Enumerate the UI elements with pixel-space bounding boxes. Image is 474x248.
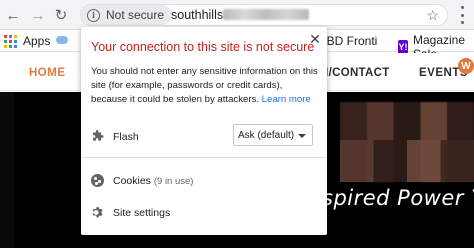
forward-arrow-icon[interactable]: →: [29, 6, 47, 24]
yahoo-icon: Y!: [398, 40, 408, 54]
apps-bookmark[interactable]: Apps: [4, 34, 50, 48]
url-redacted: [223, 9, 310, 20]
site-settings-row[interactable]: Site settings: [81, 203, 327, 223]
star-icon[interactable]: ☆: [426, 7, 439, 24]
cookies-count: (9 in use): [153, 176, 194, 187]
popup-title: Your connection to this site is not secu…: [91, 40, 315, 54]
security-chip[interactable]: i Not secure: [81, 5, 173, 25]
cookies-row[interactable]: Cookies (9 in use): [81, 171, 327, 191]
cookies-label-text: Cookies: [113, 175, 151, 187]
close-icon[interactable]: ✕: [308, 32, 322, 46]
address-bar[interactable]: i Not secure southhills ☆: [80, 4, 448, 26]
apps-label: Apps: [23, 34, 51, 48]
hero-text: spired Power Y: [322, 186, 474, 210]
chevron-down-icon: [298, 134, 306, 138]
browser-toolbar: ← → ↻ i Not secure southhills ☆: [0, 0, 474, 30]
flash-label: Flash: [113, 131, 139, 143]
reload-icon[interactable]: ↻: [52, 6, 70, 24]
puzzle-icon: [93, 130, 104, 141]
flash-permission-row: Flash Ask (default): [81, 119, 327, 155]
learn-more-link[interactable]: Learn more: [262, 94, 311, 105]
hero-left-strip: [0, 92, 14, 248]
nav-contact[interactable]: N/CONTACT: [320, 67, 390, 79]
back-arrow-icon[interactable]: ←: [4, 6, 22, 24]
url-text[interactable]: southhills: [171, 8, 310, 22]
url-visible-part: southhills: [171, 8, 224, 22]
hero-image-lower: [340, 140, 474, 182]
info-icon: i: [87, 8, 100, 22]
cookies-label: Cookies (9 in use): [113, 175, 193, 187]
site-info-popup: Your connection to this site is not secu…: [81, 27, 327, 235]
menu-icon[interactable]: [456, 6, 468, 24]
popup-body: You should not enter any sensitive infor…: [91, 65, 319, 108]
gear-icon: [92, 207, 103, 218]
flash-permission-select[interactable]: Ask (default): [233, 124, 313, 146]
flash-select-value: Ask (default): [238, 130, 295, 141]
cookie-icon: [91, 174, 104, 187]
site-settings-label: Site settings: [113, 207, 171, 219]
wordpress-icon[interactable]: W: [458, 58, 474, 74]
nav-home[interactable]: HOME: [29, 67, 66, 79]
cloud-icon[interactable]: [56, 36, 68, 44]
popup-divider: [81, 157, 327, 158]
apps-icon: [4, 34, 17, 48]
security-label: Not secure: [106, 8, 165, 22]
